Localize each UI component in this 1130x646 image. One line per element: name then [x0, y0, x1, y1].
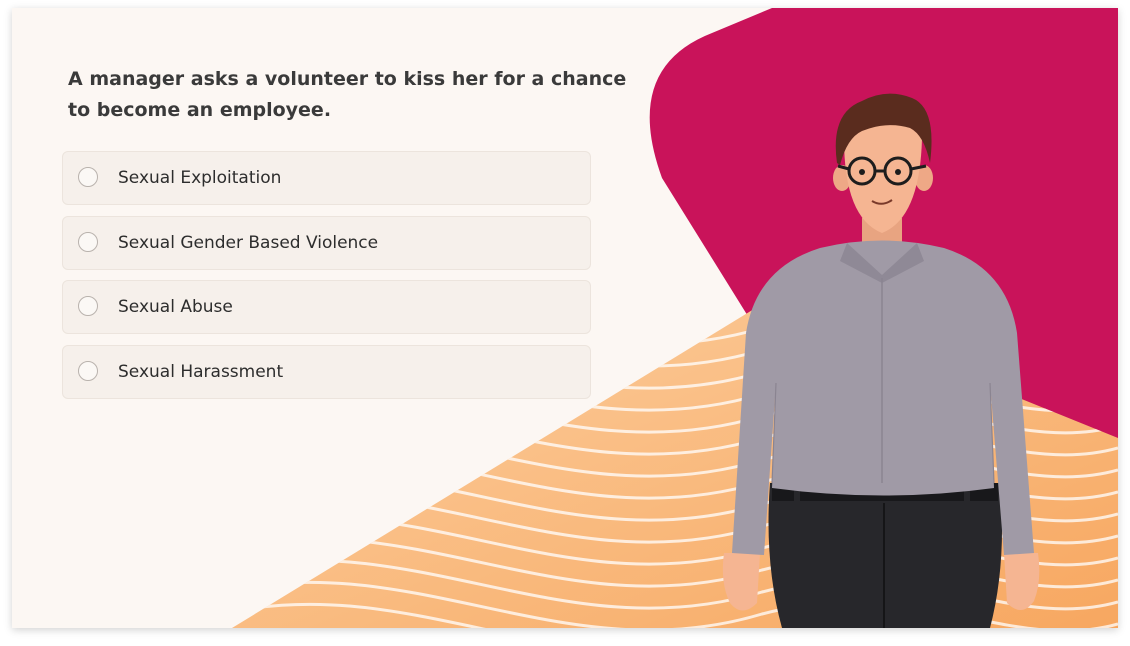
- option-sexual-gender-based-violence[interactable]: Sexual Gender Based Violence: [62, 215, 591, 270]
- option-label: Sexual Exploitation: [118, 168, 282, 188]
- radio-button-icon[interactable]: [78, 167, 98, 187]
- option-label: Sexual Harassment: [118, 361, 284, 382]
- option-sexual-abuse[interactable]: Sexual Abuse: [62, 280, 591, 334]
- character-illustration: [722, 93, 1040, 628]
- radio-button-icon[interactable]: [78, 360, 98, 381]
- option-label: Sexual Gender Based Violence: [118, 232, 379, 253]
- option-label: Sexual Abuse: [118, 297, 233, 317]
- option-sexual-harassment[interactable]: Sexual Harassment: [62, 344, 591, 399]
- radio-button-icon[interactable]: [78, 296, 98, 316]
- question-text: A manager asks a volunteer to kiss her f…: [68, 68, 627, 121]
- option-sexual-exploitation[interactable]: Sexual Exploitation: [62, 151, 591, 205]
- quiz-slide: A manager asks a volunteer to kiss her f…: [12, 8, 1118, 628]
- radio-button-icon[interactable]: [78, 231, 98, 252]
- answer-options: Sexual Exploitation Sexual Gender Based …: [62, 151, 591, 409]
